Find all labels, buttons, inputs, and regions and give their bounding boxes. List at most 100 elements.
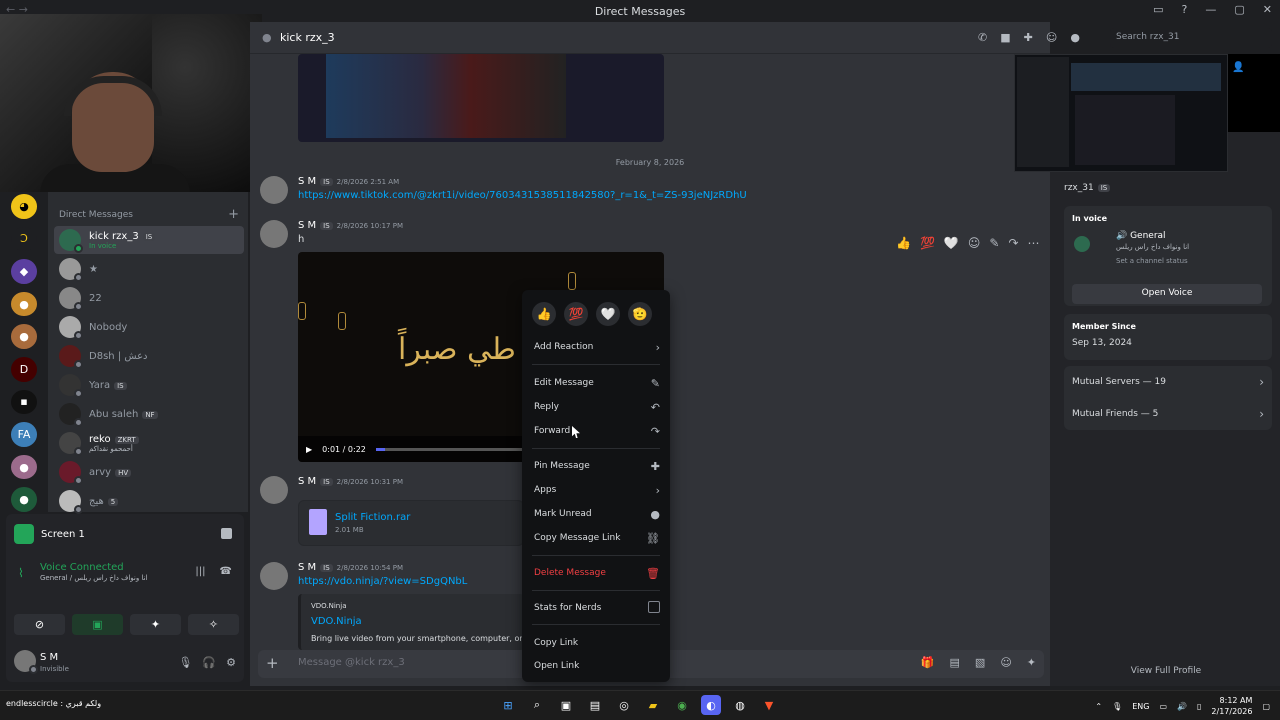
mutual-servers-row[interactable]: Mutual Servers — 19 ›	[1072, 375, 1264, 389]
menu-item-reply[interactable]: Reply ↶	[534, 401, 660, 414]
gift-icon[interactable]: 🎁	[921, 656, 935, 669]
soundboard-icon[interactable]: |||	[195, 566, 205, 577]
battery-icon[interactable]: ▯	[1197, 702, 1201, 711]
hundred-icon[interactable]: 💯	[920, 236, 935, 250]
emoji-icon[interactable]: ☺	[1000, 656, 1011, 669]
call-icon[interactable]: ✆	[978, 31, 987, 44]
stream-preview[interactable]	[1014, 54, 1228, 172]
search-input[interactable]: Search rzx_31	[1110, 28, 1272, 48]
add-dm-icon[interactable]: +	[228, 207, 239, 222]
server-icon[interactable]: ●	[11, 324, 37, 349]
member-list-icon[interactable]: 👤	[1232, 62, 1244, 73]
windows-start-icon[interactable]: ⊞	[498, 695, 518, 715]
quick-reaction[interactable]: 🤍	[596, 302, 620, 326]
menu-item-pin-message[interactable]: Pin Message ✚	[534, 460, 660, 473]
menu-item-mark-unread[interactable]: Mark Unread ●	[534, 508, 660, 521]
store-icon[interactable]: ▤	[585, 695, 605, 715]
sticker-icon[interactable]: ▧	[975, 656, 985, 669]
view-full-profile-link[interactable]: View Full Profile	[1050, 666, 1280, 676]
menu-item-copy-link[interactable]: Copy Link	[534, 638, 660, 648]
search-icon[interactable]: ⌕	[527, 695, 547, 715]
menu-item-open-link[interactable]: Open Link	[534, 661, 660, 671]
menu-item-apps[interactable]: Apps ›	[534, 484, 660, 497]
play-icon[interactable]: ▶	[306, 445, 312, 454]
mic-icon[interactable]: 🎙	[1112, 702, 1122, 711]
brave-icon[interactable]: ▼	[759, 695, 779, 715]
close-icon[interactable]: ✕	[1263, 3, 1272, 16]
voice-status[interactable]: Voice Connected	[40, 562, 124, 573]
thumbs-up-icon[interactable]: 👍	[896, 236, 911, 250]
add-friend-icon[interactable]: ☺	[1046, 31, 1057, 44]
app-icon[interactable]: ◎	[614, 695, 634, 715]
voice-channel[interactable]: General / انا ونواف داخ راس ريلس	[40, 574, 148, 582]
tray-chevron-icon[interactable]: ⌃	[1095, 702, 1102, 711]
file-name[interactable]: Split Fiction.rar	[335, 512, 410, 523]
disconnect-icon[interactable]: ☎	[220, 566, 232, 577]
menu-item-stats-for-nerds[interactable]: Stats for Nerds	[534, 601, 660, 613]
message-link[interactable]: https://vdo.ninja/?view=SDgQNbL	[298, 576, 467, 587]
share-screen-button[interactable]: ▣	[72, 614, 123, 635]
camera-off-button[interactable]: ⊘	[14, 614, 65, 635]
avatar[interactable]	[260, 220, 288, 248]
menu-item-copy-message-link[interactable]: Copy Message Link ⛓	[534, 532, 660, 545]
mutual-friends-row[interactable]: Mutual Friends — 5 ›	[1072, 407, 1264, 421]
set-status-link[interactable]: Set a channel status	[1116, 257, 1188, 265]
dm-item[interactable]: arvy HV	[54, 458, 244, 486]
quick-reaction[interactable]: 🫡	[628, 302, 652, 326]
checkbox-icon[interactable]	[648, 601, 660, 613]
voice-channel-name[interactable]: 🔊 General	[1116, 231, 1166, 241]
menu-item-forward[interactable]: Forward ↷	[534, 425, 660, 438]
volume-icon[interactable]: 🔊	[1177, 702, 1187, 711]
server-icon[interactable]: ◆	[11, 259, 37, 284]
avatar[interactable]	[260, 176, 288, 204]
dm-item[interactable]: 22	[54, 284, 244, 312]
maximize-icon[interactable]: ▢	[1234, 3, 1244, 16]
server-icon[interactable]: ◕	[11, 194, 37, 219]
server-icon[interactable]: ●	[11, 291, 37, 317]
notification-icon[interactable]: ▢	[1262, 702, 1270, 711]
open-voice-button[interactable]: Open Voice	[1072, 284, 1262, 304]
edit-icon[interactable]: ✎	[989, 236, 999, 250]
attach-icon[interactable]: +	[266, 654, 279, 672]
dm-item[interactable]: Nobody	[54, 313, 244, 341]
avatar[interactable]	[260, 562, 288, 590]
dm-item[interactable]: Abu saleh NF	[54, 400, 244, 428]
stop-stream-icon[interactable]	[221, 528, 232, 539]
headset-icon[interactable]: 🎧	[202, 656, 216, 669]
apps-icon[interactable]: ✦	[1027, 656, 1036, 669]
video-call-icon[interactable]: ■	[1000, 31, 1010, 44]
server-icon[interactable]: ●	[11, 454, 37, 480]
network-icon[interactable]: ▭	[1159, 702, 1167, 711]
dm-item[interactable]: reko ZKRT أحمحمو نقداكم	[54, 429, 244, 457]
inbox-icon[interactable]: ▭	[1153, 3, 1163, 16]
message-input[interactable]: Message @kick rzx_3	[298, 657, 405, 668]
image-attachment[interactable]	[298, 54, 664, 142]
heart-icon[interactable]: 🤍	[944, 236, 959, 250]
profile-toggle-icon[interactable]: ●	[1070, 31, 1080, 44]
pin-icon[interactable]: ✚	[1024, 31, 1033, 44]
activity-button[interactable]: ✦	[130, 614, 181, 635]
menu-item-delete-message[interactable]: Delete Message 🗑	[534, 567, 660, 580]
clock[interactable]: 8:12 AM 2/17/2026	[1211, 695, 1252, 717]
dm-item[interactable]: ★	[54, 255, 244, 283]
forward-icon[interactable]: ↷	[1008, 236, 1018, 250]
task-view-icon[interactable]: ▣	[556, 695, 576, 715]
steam-icon[interactable]: ◍	[730, 695, 750, 715]
gif-icon[interactable]: ▤	[950, 656, 960, 669]
message-link[interactable]: https://www.tiktok.com/@zkrt1i/video/760…	[298, 190, 747, 201]
gear-icon[interactable]: ⚙	[226, 656, 236, 669]
dm-item[interactable]: kick rzx_3 IS In voice	[54, 226, 244, 254]
server-icon[interactable]: ●	[11, 487, 37, 512]
embed-title[interactable]: VDO.Ninja	[311, 616, 362, 627]
avatar[interactable]	[14, 650, 38, 674]
quick-reaction[interactable]: 👍	[532, 302, 556, 326]
help-icon[interactable]: ?	[1182, 3, 1188, 16]
add-reaction-icon[interactable]: ☺	[968, 236, 981, 250]
server-icon[interactable]: ▪	[11, 389, 37, 415]
more-icon[interactable]: ⋯	[1028, 236, 1040, 250]
server-icon[interactable]: D	[11, 356, 37, 382]
menu-item-add-reaction[interactable]: Add Reaction ›	[534, 341, 660, 354]
dm-item[interactable]: D8sh | دعش	[54, 342, 244, 370]
dm-item[interactable]: Yara IS	[54, 371, 244, 399]
minimize-icon[interactable]: —	[1205, 3, 1216, 16]
